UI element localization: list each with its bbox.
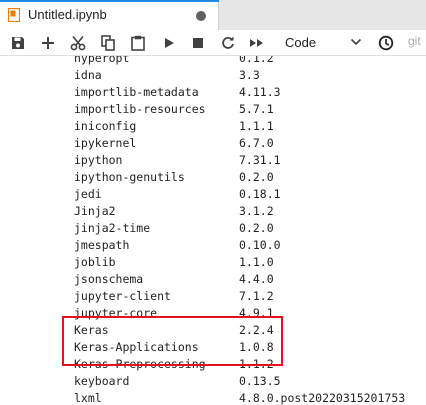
copy-icon	[101, 34, 115, 51]
package-version: 3.1.2	[239, 204, 274, 218]
package-name: lxml	[74, 391, 102, 405]
package-version: 7.31.1	[239, 153, 281, 167]
package-version: 1.1.1	[239, 119, 274, 133]
package-version: 4.4.0	[239, 272, 274, 286]
package-name: ipykernel	[74, 136, 137, 150]
run-button[interactable]	[158, 32, 180, 53]
package-version: 0.10.0	[239, 238, 281, 252]
package-name: jupyter-client	[74, 289, 171, 303]
package-version: 0.2.0	[239, 221, 274, 235]
package-name: idna	[74, 68, 102, 82]
package-version: 4.11.3	[239, 85, 281, 99]
save-button[interactable]	[7, 32, 29, 53]
git-label[interactable]: git	[408, 34, 421, 48]
chevron-down-icon	[350, 38, 362, 46]
paste-button[interactable]	[127, 32, 149, 53]
package-version: 3.3	[239, 68, 260, 82]
cell-type-select[interactable]: Code	[280, 33, 364, 52]
package-name: ipython-genutils	[74, 170, 185, 184]
paste-icon	[131, 35, 145, 51]
package-name: importlib-resources	[74, 102, 206, 116]
stop-icon	[193, 37, 203, 48]
package-version: 4.8.0.post20220315201753	[239, 391, 406, 405]
package-name: joblib	[74, 255, 116, 269]
package-version: 5.7.1	[239, 102, 274, 116]
package-version: 0.1.2	[239, 56, 274, 65]
kernel-status-button[interactable]	[375, 32, 397, 53]
cell-type-value: Code	[285, 35, 317, 50]
tab-bar: Untitled.ipynb	[0, 0, 426, 31]
package-version: 0.13.5	[239, 374, 281, 388]
package-name: jinja2-time	[74, 221, 151, 235]
restart-button[interactable]	[217, 32, 239, 53]
tab-title: Untitled.ipynb	[28, 7, 107, 22]
package-version: 1.1.0	[239, 255, 274, 269]
run-all-button[interactable]	[246, 32, 268, 53]
package-name: keyboard	[74, 374, 130, 388]
active-tab-indicator	[0, 0, 219, 2]
notebook-tab[interactable]: Untitled.ipynb	[0, 0, 219, 31]
package-name: jedi	[74, 187, 102, 201]
package-name: ipython	[74, 153, 123, 167]
stop-button[interactable]	[187, 32, 209, 53]
package-version: 6.7.0	[239, 136, 274, 150]
copy-button[interactable]	[97, 32, 119, 53]
keras-highlight-box	[62, 316, 283, 366]
notebook-toolbar: Code git	[0, 30, 426, 56]
fast-forward-icon	[250, 38, 263, 47]
package-name: importlib-metadata	[74, 85, 199, 99]
package-version: 0.2.0	[239, 170, 274, 184]
unsaved-dot-icon[interactable]	[196, 11, 206, 21]
package-name: Jinja2	[74, 204, 116, 218]
run-icon	[165, 37, 174, 48]
package-name: iniconfig	[74, 119, 137, 133]
package-version: 0.18.1	[239, 187, 281, 201]
add-cell-button[interactable]	[37, 32, 59, 53]
package-name: hyperopt	[74, 56, 130, 65]
notebook-icon	[8, 8, 20, 22]
package-name: jsonschema	[74, 272, 144, 286]
restart-icon	[222, 36, 234, 49]
package-version: 7.1.2	[239, 289, 274, 303]
save-icon	[12, 36, 24, 49]
add-cell-icon	[42, 36, 54, 49]
clock-icon	[378, 35, 394, 50]
cut-icon	[70, 35, 86, 50]
cut-button[interactable]	[67, 32, 89, 53]
package-name: jmespath	[74, 238, 130, 252]
